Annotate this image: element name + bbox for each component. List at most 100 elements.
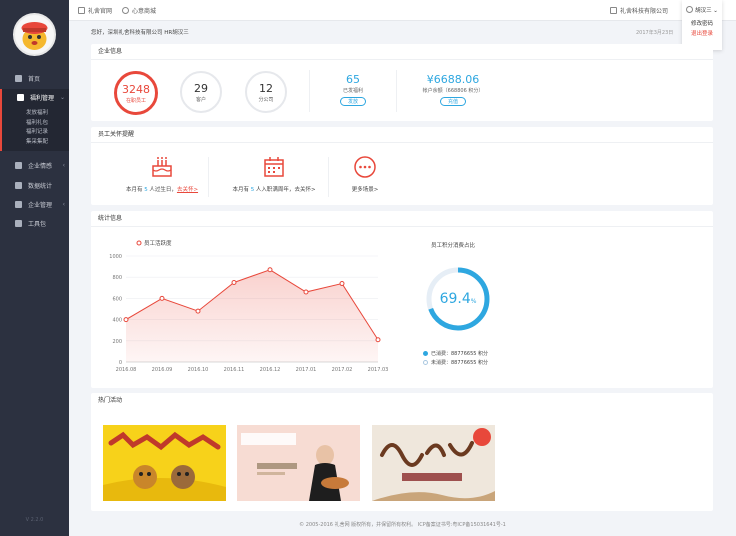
event-banner-1[interactable] [103, 425, 226, 501]
sidebar-item-welfare[interactable]: 福利管理 ⌄ [0, 89, 69, 106]
sidebar-item-tools[interactable]: 工具包 [0, 215, 69, 232]
activity-line-chart: 0 200 400 600 800 1000 2016.08 2016.09 2016.10 20… [109, 239, 389, 373]
legend-label: 员工活跃度 [144, 239, 172, 247]
company-info-card: 企业信息 3248 在职员工 29 客户 12 分公司 65 已发福利 发放 ¥… [91, 44, 713, 121]
branches-stat[interactable]: 12 分公司 [245, 71, 287, 113]
legend-unconsumed: 未消费：88776655 积分 [423, 359, 488, 366]
card-title: 热门活动 [98, 397, 123, 404]
current-date: 2017年3月23日 [636, 30, 674, 36]
anniversary-care-link[interactable]: 去关怀> [294, 187, 315, 193]
sidebar-subitem-records[interactable]: 福利记录 [2, 128, 69, 138]
x-tick-label: 2017.03 [368, 367, 389, 373]
x-tick-label: 2017.02 [332, 367, 353, 373]
y-tick-label: 0 [119, 360, 122, 366]
event-banner-3[interactable] [372, 425, 495, 501]
sidebar-subitem-packages[interactable]: 福利礼包 [2, 119, 69, 129]
y-tick-label: 200 [112, 339, 122, 345]
x-tick-label: 2016.10 [188, 367, 209, 373]
footer-copyright: © 2005-2016 礼舍网 版权所有，并保留所有权利。 ICP备案证书号:粤… [299, 522, 506, 528]
issued-label: 已发福利 [342, 88, 363, 94]
birthday-reminder: 本月有 5 人过生日，去关怀> [107, 155, 217, 193]
sidebar-subitem-issue[interactable]: 发放福利 [2, 109, 69, 119]
data-point [267, 267, 273, 273]
divider [208, 157, 209, 197]
change-password-item[interactable]: 修改密码 [682, 19, 722, 29]
legend-consumed: 已消费：88776655 积分 [423, 350, 488, 357]
sidebar-item-emotion[interactable]: 企业情感 ‹ [0, 157, 69, 174]
issued-stat: 65 已发福利 发放 [323, 73, 383, 106]
data-point [159, 295, 165, 301]
card-title: 统计信息 [91, 211, 713, 227]
customers-value: 29 [194, 81, 208, 95]
data-point [231, 280, 237, 285]
x-tick-label: 2016.08 [116, 367, 137, 373]
balance-stat: ¥6688.06 帐户余额（668806 积分） 充值 [409, 73, 497, 106]
official-site-link[interactable]: 礼舍官网 [78, 0, 112, 21]
heart-icon [122, 7, 129, 14]
recharge-button[interactable]: 充值 [439, 97, 466, 106]
chevron-down-icon: ⌄ [59, 94, 65, 101]
more-icon [354, 156, 376, 178]
divider [328, 157, 329, 197]
greeting: 您好，深圳礼舍科技有限公司 HR胡汉三 [91, 30, 189, 36]
calendar-icon [264, 157, 284, 177]
employees-value: 3248 [122, 82, 150, 96]
chevron-left-icon: ‹ [62, 162, 65, 169]
heart-icon [15, 162, 22, 169]
data-point [375, 337, 381, 343]
birthday-care-link[interactable]: 去关怀> [177, 187, 198, 193]
building-icon [15, 201, 22, 208]
data-point [339, 281, 345, 287]
anniversary-reminder: 本月有 5 人入职满周年，去关怀> [214, 155, 334, 193]
y-tick-label: 800 [112, 275, 122, 281]
customers-label: 客户 [195, 96, 206, 103]
top-bar: 礼舍官网 心意商城 礼舍科技有限公司 [69, 0, 736, 21]
sidebar: 首页 福利管理 ⌄ 发放福利 福利礼包 福利记录 集采集配 企业情感 ‹ 数据统计 … [0, 0, 69, 536]
event-banner-2[interactable] [237, 425, 360, 501]
card-title: 企业信息 [91, 44, 713, 60]
y-tick-label: 600 [112, 296, 122, 302]
statistics-card: 统计信息 0 200 400 600 800 1000 2016.08 2016.09 2016… [91, 211, 713, 388]
user-menu-toggle[interactable]: 胡汉三 ⌄ [682, 0, 722, 19]
chart-icon [15, 182, 22, 189]
customers-stat[interactable]: 29 客户 [180, 71, 222, 113]
balance-label: 帐户余额（668806 积分） [422, 88, 484, 94]
user-dropdown: 胡汉三 ⌄ 修改密码 退出登录 [682, 0, 722, 50]
home-icon [78, 7, 85, 14]
welfare-submenu: 发放福利 福利礼包 福利记录 集采集配 [0, 106, 69, 151]
sidebar-item-company[interactable]: 企业管理 ‹ [0, 196, 69, 213]
employees-label: 在职员工 [125, 97, 146, 104]
branches-label: 分公司 [258, 96, 274, 103]
donut-label: 69.4% [439, 291, 477, 307]
y-tick-label: 1000 [109, 254, 122, 260]
sidebar-subitem-procurement[interactable]: 集采集配 [2, 138, 69, 148]
version-label: V 2.2.0 [25, 517, 44, 523]
donut-title: 员工积分消费占比 [431, 243, 476, 249]
data-point [195, 308, 201, 314]
legend-marker [136, 240, 142, 246]
brand-logo [13, 13, 56, 56]
balance-value: ¥6688.06 [426, 73, 480, 86]
mall-link[interactable]: 心意商城 [122, 0, 156, 21]
more-scenes[interactable]: 更多场景> [341, 155, 389, 193]
data-point [303, 289, 309, 295]
branches-value: 12 [259, 81, 273, 95]
x-tick-label: 2017.01 [296, 367, 317, 373]
card-title: 员工关怀提醒 [91, 127, 713, 143]
chevron-left-icon: ‹ [62, 201, 65, 208]
user-icon [686, 6, 694, 13]
company-link[interactable]: 礼舍科技有限公司 [610, 0, 668, 21]
sidebar-item-home[interactable]: 首页 [0, 70, 69, 87]
issue-button[interactable]: 发放 [339, 97, 366, 106]
x-tick-label: 2016.09 [152, 367, 173, 373]
building-icon [610, 7, 617, 14]
issued-value: 65 [346, 73, 360, 86]
employee-care-card: 员工关怀提醒 本月有 5 人过生日，去关怀> 本月有 5 人入职满周年，去关怀>… [91, 127, 713, 205]
logout-item[interactable]: 退出登录 [682, 29, 722, 39]
employees-stat[interactable]: 3248 在职员工 [114, 71, 158, 115]
toolbox-icon [15, 220, 22, 227]
legend-dot [423, 360, 428, 365]
sidebar-item-stats[interactable]: 数据统计 [0, 177, 69, 194]
gift-icon [17, 94, 24, 101]
divider [396, 70, 397, 112]
